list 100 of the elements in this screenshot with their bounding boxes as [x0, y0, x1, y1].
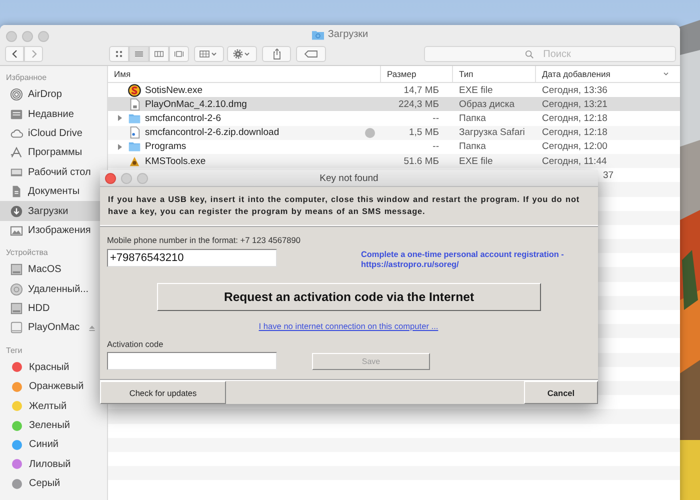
sidebar-item[interactable]: MacOS [0, 260, 102, 280]
no-internet-link[interactable]: I have no internet connection on this computer ... [258, 321, 438, 331]
eject-icon [88, 324, 96, 332]
dialog-title: Key not found [318, 172, 380, 184]
message-text: If you have a USB key, insert it into the computer, close this window and restart the program. If you do not have a key, you can register the program by means of an SMS message. [108, 195, 580, 216]
field-label: Mobile phone number in the format: +7 123 4567890 [107, 235, 302, 245]
tag-item[interactable]: Лиловый [0, 454, 102, 474]
registration-link[interactable]: Complete a one-time personal account registration - https://astropro.ru/soreg/ [361, 250, 589, 270]
folder-icon [312, 30, 324, 40]
disclosure-triangle-icon[interactable] [116, 114, 124, 122]
file-name: smcfancontrol-2-6 [145, 112, 222, 124]
document-icon [128, 126, 141, 140]
icon-view-button[interactable] [109, 46, 129, 62]
file-date: Сегодня, 12:00 [541, 141, 608, 152]
phone-field[interactable]: +79876543210 [107, 249, 277, 267]
column-header[interactable]: Размер [381, 66, 453, 82]
tag-item[interactable]: Зеленый [0, 416, 102, 436]
file-row[interactable]: KMSTools.exe 51.6 МБ EXE file Сегодня, 11:44 [108, 154, 680, 168]
sidebar-item[interactable]: Программы [0, 143, 102, 163]
column-header[interactable]: Тип [453, 66, 536, 82]
file-name: smcfancontrol-2-6.zip.download [145, 127, 280, 138]
back-button[interactable] [5, 46, 24, 62]
check-updates-button[interactable]: Check for updates [100, 381, 226, 404]
column-view-button[interactable] [149, 46, 169, 62]
share-icon [272, 48, 282, 60]
sidebar-item[interactable]: Рабочий стол [0, 162, 102, 182]
grid-icon [114, 49, 124, 59]
gallery-icon [174, 49, 184, 59]
gallery-view-button[interactable] [169, 46, 189, 62]
tag-item[interactable]: Желтый [0, 396, 102, 416]
window-title: Загрузки [328, 29, 368, 40]
columns-icon [154, 49, 164, 59]
sidebar-item[interactable]: PlayOnMac [0, 318, 102, 338]
file-size: 1,5 МБ [408, 127, 440, 138]
sidebar-item[interactable]: HDD [0, 298, 102, 318]
app-icon [128, 154, 141, 168]
search-field[interactable]: Поиск [424, 46, 676, 62]
sidebar-item[interactable]: Удаленный... [0, 280, 102, 299]
sidebar-item[interactable]: Недавние [0, 104, 102, 124]
tag-icon [304, 49, 318, 59]
search-icon [525, 50, 534, 59]
tag-item[interactable]: Синий [0, 435, 102, 455]
app-icon [128, 84, 141, 97]
drive-icon [10, 321, 23, 334]
image-icon [10, 224, 23, 237]
column-header[interactable]: Имя [108, 66, 381, 82]
sidebar-item[interactable]: AirDrop [0, 85, 102, 104]
airdrop-icon [10, 88, 23, 102]
file-size: -- [432, 141, 440, 152]
list-view-button[interactable] [129, 46, 149, 62]
group-button[interactable] [194, 46, 224, 62]
request-code-button[interactable]: Request an activation code via the Internet [157, 283, 541, 311]
sidebar-item[interactable]: iCloud Drive [0, 124, 102, 144]
file-row[interactable]: SotisNew.exe 14,7 МБ EXE file Сегодня, 13:36 [108, 83, 680, 98]
field-label: Activation code [107, 339, 164, 349]
group-icon [199, 49, 219, 59]
file-type: Загрузка Safari [458, 127, 526, 138]
column-header[interactable]: Дата добавления [536, 66, 680, 82]
file-date: Сегодня, 12:18 [541, 127, 608, 138]
file-name: SotisNew.exe [145, 84, 203, 96]
document-icon [10, 185, 23, 198]
file-size: 51.6 МБ [402, 156, 440, 167]
file-date: Сегодня, 12:18 [541, 112, 608, 124]
settings-button[interactable] [227, 46, 257, 62]
file-type: Папка [458, 141, 487, 152]
sidebar-heading: Устройства [5, 247, 49, 260]
sidebar-item[interactable]: Загрузки [0, 201, 102, 221]
file-name: KMSTools.exe [145, 156, 206, 167]
tag-item[interactable]: Оранжевый [0, 377, 102, 396]
file-row[interactable]: PlayOnMac_4.2.10.dmg 224,3 МБ Образ диска Сегодня, 13:21 [108, 97, 680, 112]
file-type: Образ диска [458, 98, 516, 110]
file-date: Сегодня, 13:21 [541, 98, 608, 110]
folder-icon [128, 112, 141, 125]
folder-icon [128, 140, 141, 154]
file-type: Папка [458, 112, 487, 124]
file-name: PlayOnMac_4.2.10.dmg [145, 98, 247, 110]
file-row[interactable]: Programs -- Папка Сегодня, 12:00 [108, 140, 680, 154]
file-row[interactable]: smcfancontrol-2-6.zip.download 1,5 МБ Загрузка Safari Сегодня, 12:18 [108, 126, 680, 140]
file-row[interactable]: smcfancontrol-2-6 -- Папка Сегодня, 12:18 [108, 111, 680, 126]
file-date: Сегодня, 13:36 [541, 84, 608, 96]
file-size: -- [432, 112, 440, 124]
eject-button[interactable] [88, 324, 96, 332]
tag-item[interactable]: Серый [0, 474, 102, 494]
sort-caret-icon[interactable] [662, 70, 670, 78]
file-type: EXE file [458, 156, 494, 167]
file-date: Сегодня, 11:44 [541, 156, 608, 167]
cancel-button[interactable]: Cancel [524, 381, 598, 404]
disclosure-triangle-icon[interactable] [116, 142, 124, 151]
close-button[interactable] [105, 172, 116, 184]
apps-icon [10, 146, 23, 160]
activation-code-field[interactable] [107, 352, 277, 370]
disk-image-icon [128, 98, 141, 111]
share-button[interactable] [262, 46, 291, 62]
file-size: 224,3 МБ [397, 98, 440, 110]
sidebar-item[interactable]: Изображения [0, 220, 102, 240]
sidebar-heading: Теги [5, 344, 24, 357]
tag-item[interactable]: Красный [0, 358, 102, 378]
sidebar-item[interactable]: Документы [0, 182, 102, 202]
tag-button[interactable] [296, 46, 326, 62]
chevron-left-icon [10, 49, 20, 59]
